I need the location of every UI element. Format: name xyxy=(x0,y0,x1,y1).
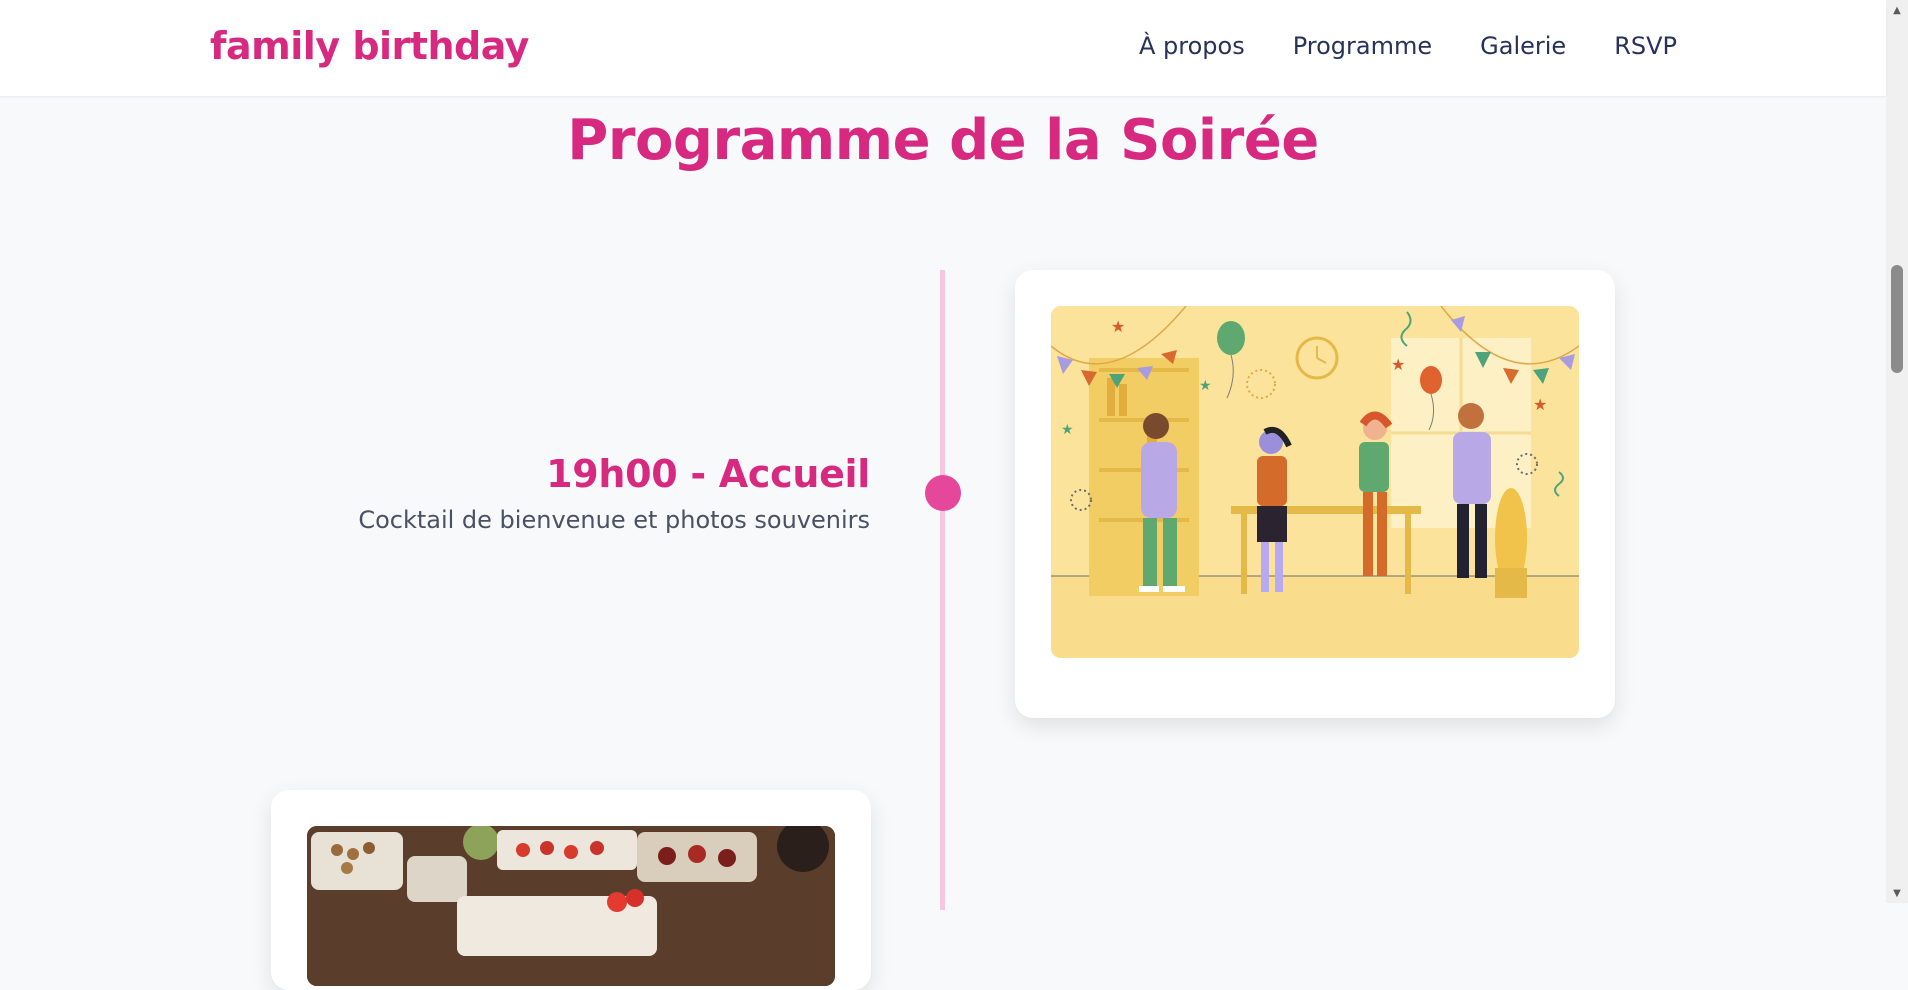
scroll-up-arrow-icon[interactable]: ▲ xyxy=(1886,0,1908,20)
nav-links: À propos Programme Galerie RSVP xyxy=(1139,32,1677,60)
svg-text:★: ★ xyxy=(1111,317,1125,336)
svg-text:★: ★ xyxy=(1391,355,1405,374)
navbar: family birthday À propos Programme Galer… xyxy=(0,0,1886,97)
timeline-event-1-text: 19h00 - Accueil Cocktail de bienvenue et… xyxy=(250,452,870,534)
scroll-thumb[interactable] xyxy=(1891,265,1903,373)
party-illustration-icon: ★ ★ ★ ★ ★ xyxy=(1051,306,1579,658)
event-description: Cocktail de bienvenue et photos souvenir… xyxy=(358,506,870,534)
event-image-card-2 xyxy=(271,790,871,990)
event-image-card: ★ ★ ★ ★ ★ xyxy=(1015,270,1615,718)
svg-text:★: ★ xyxy=(1533,395,1547,414)
svg-text:★: ★ xyxy=(1061,422,1074,438)
nav-link-a-propos[interactable]: À propos xyxy=(1139,32,1245,60)
food-buffet-photo xyxy=(307,826,835,986)
vertical-scrollbar[interactable]: ▲ ▼ xyxy=(1886,0,1908,903)
scroll-down-arrow-icon[interactable]: ▼ xyxy=(1886,883,1908,903)
brand-logo[interactable]: family birthday xyxy=(210,24,529,68)
timeline-line xyxy=(940,270,945,910)
nav-link-rsvp[interactable]: RSVP xyxy=(1614,32,1677,60)
svg-text:★: ★ xyxy=(1199,378,1212,394)
event-title: 19h00 - Accueil xyxy=(546,452,870,496)
nav-link-programme[interactable]: Programme xyxy=(1293,32,1432,60)
party-illustration-image: ★ ★ ★ ★ ★ xyxy=(1051,306,1579,658)
food-buffet-photo-icon xyxy=(307,826,835,986)
section-title: Programme de la Soirée xyxy=(567,108,1319,173)
nav-link-galerie[interactable]: Galerie xyxy=(1480,32,1566,60)
timeline-dot xyxy=(925,475,961,511)
